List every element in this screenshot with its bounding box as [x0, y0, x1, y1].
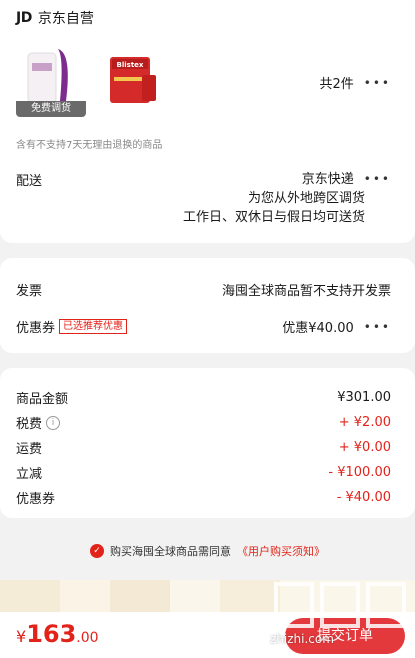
store-header: JD 京东自营 — [16, 8, 94, 28]
amount-value: + ¥0.00 — [338, 440, 391, 455]
amount-label: 运费 — [16, 438, 42, 457]
coupon-value: 优惠¥40.00 — [282, 321, 354, 336]
check-icon[interactable]: ✓ — [90, 544, 104, 558]
free-transfer-badge: 免费调货 — [16, 101, 86, 117]
brand-logo-text: Blistex — [117, 61, 144, 69]
product-thumbnail-2[interactable]: Blistex — [102, 45, 172, 117]
watermark-text: zhizhi.com — [270, 632, 334, 646]
amount-label: 立减 — [16, 463, 42, 482]
recommended-coupon-tag: 已选推荐优惠 — [59, 319, 128, 334]
blurred-banner — [0, 580, 415, 612]
amount-label: 税费 i — [16, 413, 61, 432]
info-icon[interactable]: i — [46, 415, 61, 430]
amount-label-text: 立减 — [16, 467, 43, 482]
shipping-label: 配送 — [16, 174, 43, 189]
amount-row: 税费 i + ¥2.00 — [16, 413, 391, 432]
more-icon[interactable]: ••• — [364, 320, 391, 334]
jd-logo: JD — [16, 10, 32, 26]
amount-label-text: 运费 — [16, 442, 43, 457]
order-items-card: JD 京东自营 免费调货 Blistex 共2件 ••• 含有不支持7天无理由退… — [0, 0, 415, 243]
shipping-transfer-note: 为您从外地跨区调货 — [247, 191, 365, 206]
amount-row: 立减 - ¥100.00 — [16, 463, 391, 482]
amount-label-text: 优惠券 — [16, 492, 56, 507]
amount-label-text: 商品金额 — [16, 392, 69, 407]
shipping-method: 京东快递 — [301, 172, 354, 187]
agreement-text: 购买海囤全球商品需同意 — [110, 545, 231, 558]
amount-label: 优惠券 — [16, 488, 55, 507]
amount-value: + ¥2.00 — [338, 415, 391, 430]
total-price: ¥ 163 .00 — [16, 620, 99, 648]
item-count[interactable]: 共2件 ••• — [319, 73, 391, 93]
amount-value: ¥301.00 — [337, 390, 391, 405]
agreement-link[interactable]: 《用户购买须知》 — [237, 543, 325, 559]
coupon-row[interactable]: 优惠券 已选推荐优惠 优惠¥40.00 ••• — [16, 317, 391, 336]
amount-value: - ¥100.00 — [328, 465, 391, 480]
amount-label-text: 税费 — [16, 417, 43, 432]
amount-row: 优惠券 - ¥40.00 — [16, 488, 391, 507]
amount-label: 商品金额 — [16, 388, 68, 407]
checkout-bar: ¥ 163 .00 提交订单 — [0, 612, 415, 658]
amount-summary-card: 商品金额 ¥301.00 税费 i + ¥2.00 运费 + ¥0.00 立减 - ¥100.0… — [0, 368, 415, 518]
coupon-label: 优惠券 — [16, 321, 56, 336]
agreement-row[interactable]: ✓ 购买海囤全球商品需同意 《用户购买须知》 — [0, 543, 415, 559]
amount-value: - ¥40.00 — [336, 490, 391, 505]
store-name: 京东自营 — [37, 11, 94, 27]
shipping-schedule-note: 工作日、双休日与假日均可送货 — [182, 210, 365, 225]
more-icon[interactable]: ••• — [364, 170, 391, 189]
more-icon[interactable]: ••• — [364, 76, 391, 90]
invoice-value: 海囤全球商品暂不支持开发票 — [221, 284, 391, 299]
return-policy-notice: 含有不支持7天无理由退换的商品 — [16, 140, 163, 151]
item-count-text: 共2件 — [319, 77, 354, 92]
amount-row: 运费 + ¥0.00 — [16, 438, 391, 457]
invoice-row[interactable]: 发票 海囤全球商品暂不支持开发票 — [16, 280, 391, 299]
invoice-coupon-card: 发票 海囤全球商品暂不支持开发票 优惠券 已选推荐优惠 优惠¥40.00 ••• — [0, 258, 415, 353]
amount-row: 商品金额 ¥301.00 — [16, 388, 391, 407]
shipping-info[interactable]: 京东快递 ••• 为您从外地跨区调货 工作日、双休日与假日均可送货 — [183, 170, 391, 227]
invoice-label: 发票 — [16, 284, 43, 299]
